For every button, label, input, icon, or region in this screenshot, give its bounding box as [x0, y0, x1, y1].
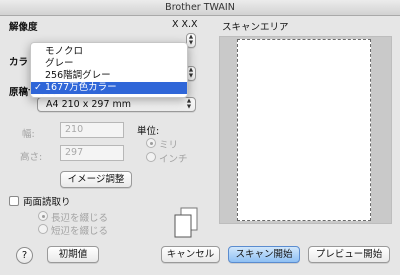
duplex-long-edge-label: 長辺を綴じる — [51, 213, 109, 224]
width-label: 幅: — [22, 129, 35, 140]
color-mode-option-fullcolor[interactable]: ✓ 1677万色カラー — [31, 82, 187, 94]
unit-mm-radio[interactable] — [146, 138, 156, 148]
defaults-button[interactable]: 初期値 — [47, 246, 99, 263]
duplex-long-edge-radio[interactable] — [38, 211, 48, 221]
color-mode-option-mono[interactable]: モノクロ — [31, 46, 187, 58]
document-size-select[interactable]: A4 210 x 297 mm ▲ ▼ — [37, 97, 196, 112]
select-arrows-icon: ▲ ▼ — [186, 98, 192, 110]
unit-mm-label: ミリ — [159, 140, 179, 151]
duplex-checkbox[interactable] — [9, 196, 19, 206]
resolution-value-partial: X X.X — [172, 19, 198, 30]
preview-start-button[interactable]: プレビュー開始 — [308, 246, 390, 263]
scan-start-button[interactable]: スキャン開始 — [228, 246, 300, 263]
checkmark-icon: ✓ — [34, 82, 42, 93]
color-mode-option-gray[interactable]: グレー — [31, 58, 187, 70]
document-size-value: A4 210 x 297 mm — [46, 99, 132, 110]
unit-inch-label: インチ — [159, 154, 188, 165]
select-arrows-icon: ▲ ▼ — [188, 34, 194, 46]
scan-page-outline — [237, 39, 371, 221]
height-field[interactable]: 297 — [60, 145, 124, 161]
unit-inch-radio[interactable] — [146, 152, 156, 162]
image-adjust-button[interactable]: イメージ調整 — [60, 171, 132, 188]
help-button[interactable]: ? — [16, 247, 33, 264]
color-mode-menu: モノクロ グレー 256階調グレー ✓ 1677万色カラー — [30, 42, 188, 98]
unit-label: 単位: — [137, 126, 160, 137]
height-label: 高さ: — [20, 152, 43, 163]
color-mode-label: カラ — [9, 57, 29, 68]
twain-dialog: 解像度 X X.X ▲▼ カラ ▲▼ 原稿サイズ A4 210 x 297 mm… — [0, 16, 400, 275]
duplex-label: 両面読取り — [23, 197, 71, 208]
duplex-pages-icon — [174, 207, 198, 238]
window-title: Brother TWAIN — [0, 0, 400, 16]
width-field[interactable]: 210 — [60, 122, 124, 138]
select-arrows-icon: ▲ ▼ — [188, 67, 194, 79]
cancel-button[interactable]: キャンセル — [161, 246, 220, 263]
duplex-short-edge-label: 短辺を綴じる — [51, 226, 109, 237]
scan-preview-area[interactable] — [219, 36, 392, 224]
scan-area-label: スキャンエリア — [222, 22, 289, 33]
duplex-short-edge-radio[interactable] — [38, 224, 48, 234]
color-mode-option-256gray[interactable]: 256階調グレー — [31, 70, 187, 82]
resolution-label: 解像度 — [9, 22, 38, 33]
